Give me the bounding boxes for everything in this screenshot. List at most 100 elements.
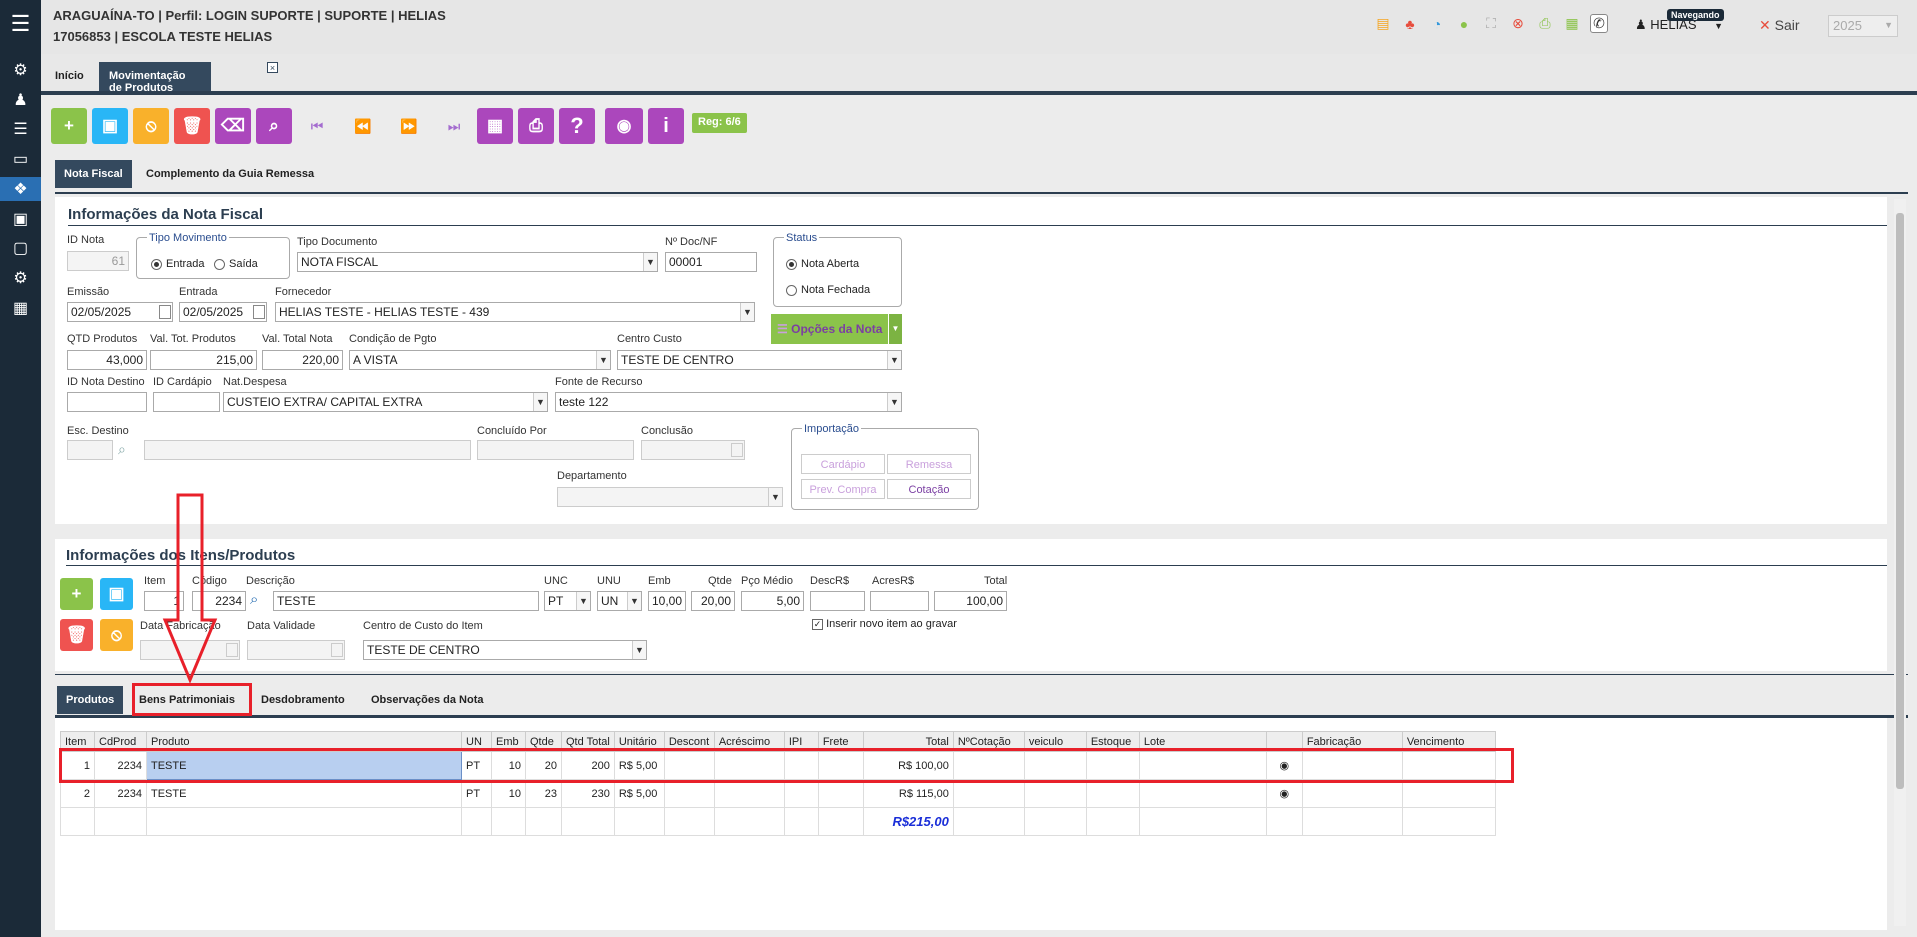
prev-compra-button[interactable]: Prev. Compra	[801, 479, 885, 499]
tab-observacoes[interactable]: Observações da Nota	[362, 686, 493, 714]
table-view-button[interactable]: ▦	[477, 108, 513, 144]
sitemap-icon[interactable]: ♣	[1401, 16, 1419, 32]
search-icon[interactable]: ⌕	[118, 441, 126, 458]
descricao-field[interactable]: TESTE	[273, 591, 539, 611]
tab-nota-fiscal[interactable]: Nota Fiscal	[55, 160, 132, 188]
grid-icon[interactable]: ▦	[1563, 15, 1581, 32]
qtd-produtos-field[interactable]: 43,000	[67, 350, 147, 370]
delete-button[interactable]: 🗑	[174, 108, 210, 144]
logout-button[interactable]: ✕ Sair	[1759, 17, 1800, 34]
search-button[interactable]: ⌕	[256, 108, 292, 144]
whatsapp-icon[interactable]: ✆	[1590, 14, 1608, 33]
cancel-button[interactable]: ⦸	[133, 108, 169, 144]
item-field[interactable]: 1	[144, 591, 184, 611]
column-header[interactable]: CdProd	[94, 731, 147, 752]
column-header[interactable]: veiculo	[1023, 731, 1087, 752]
eye-icon[interactable]: ◉	[1265, 779, 1303, 808]
cancel-item-button[interactable]: ⦸	[100, 619, 133, 651]
emissao-field[interactable]: 02/05/2025	[67, 302, 173, 322]
qtde-field[interactable]: 20,00	[691, 591, 735, 611]
tipo-doc-select[interactable]: NOTA FISCAL ▼	[297, 252, 658, 272]
ndoc-field[interactable]: 00001	[665, 252, 757, 272]
print-button[interactable]: ⎙	[518, 108, 554, 144]
last-record-icon[interactable]: ⏭	[437, 108, 471, 144]
column-header[interactable]: Lote	[1138, 731, 1267, 752]
list-icon[interactable]: ☰	[0, 117, 41, 141]
eraser-button[interactable]: ⌫	[215, 108, 251, 144]
add-button[interactable]: +	[51, 108, 87, 144]
esc-destino-name-field[interactable]	[144, 440, 471, 460]
first-record-icon[interactable]: ⏮	[300, 108, 334, 144]
column-header[interactable]: Emb	[491, 731, 526, 752]
cotacao-button[interactable]: Cotação	[887, 479, 971, 499]
next-record-icon[interactable]: ⏩	[392, 108, 426, 144]
desc-rs-field[interactable]	[810, 591, 865, 611]
column-header[interactable]: Qtde	[525, 731, 562, 752]
monitor-icon[interactable]: ▢	[0, 236, 41, 260]
condicao-pgto-select[interactable]: A VISTA ▼	[349, 350, 611, 370]
column-header[interactable]: Acréscimo	[713, 731, 785, 752]
opcoes-nota-button[interactable]: ☰ Opções da Nota	[771, 314, 888, 344]
centro-custo-select[interactable]: TESTE DE CENTRO ▼	[617, 350, 902, 370]
info-button[interactable]: i	[648, 108, 684, 144]
printer-icon[interactable]: ⎙	[1536, 15, 1554, 32]
view-button[interactable]: ◉	[605, 108, 643, 144]
column-header[interactable]: Estoque	[1085, 731, 1140, 752]
bus-icon[interactable]: ▣	[0, 207, 41, 231]
year-select[interactable]: 2025 ▼	[1828, 15, 1898, 37]
calendar-icon[interactable]	[159, 305, 171, 319]
dropbox-icon[interactable]: ❖	[0, 177, 41, 201]
val-total-nota-field[interactable]: 220,00	[262, 350, 343, 370]
column-header[interactable]: UN	[461, 731, 492, 752]
tab-movimentacao[interactable]: Movimentação de Produtos	[99, 62, 212, 94]
column-header[interactable]: Total	[862, 731, 954, 752]
radio-nota-fechada[interactable]: Nota Fechada	[786, 284, 870, 296]
fonte-recurso-select[interactable]: teste 122 ▼	[555, 392, 902, 412]
entrada-field[interactable]: 02/05/2025	[179, 302, 267, 322]
inserir-novo-item-checkbox[interactable]: ✓ Inserir novo item ao gravar	[812, 618, 957, 630]
tab-complemento[interactable]: Complemento da Guia Remessa	[137, 160, 323, 188]
column-header[interactable]: Frete	[817, 731, 864, 752]
esc-destino-code-field[interactable]	[67, 440, 113, 460]
calendar-icon[interactable]	[331, 643, 343, 657]
card-icon[interactable]: ▭	[0, 147, 41, 171]
chat-icon[interactable]: ●	[1455, 16, 1473, 32]
search-icon[interactable]: ⌕	[250, 591, 258, 608]
preco-medio-field[interactable]: 5,00	[741, 591, 804, 611]
data-validade-field[interactable]	[247, 640, 345, 660]
menu-icon[interactable]: ☰	[0, 11, 41, 36]
tab-desdobramento[interactable]: Desdobramento	[252, 686, 354, 714]
person-icon[interactable]: ♟	[0, 88, 41, 112]
delete-item-button[interactable]: 🗑	[60, 619, 93, 651]
radio-entrada[interactable]: Entrada	[151, 258, 205, 270]
tab-produtos[interactable]: Produtos	[57, 686, 124, 714]
column-header[interactable]: Fabricação	[1301, 731, 1403, 752]
expand-icon[interactable]: ⛶	[1482, 15, 1500, 32]
help-button[interactable]: ?	[559, 108, 595, 144]
concluido-por-field[interactable]	[477, 440, 634, 460]
departamento-select[interactable]: ▼	[557, 487, 783, 507]
save-button[interactable]: ▣	[92, 108, 128, 144]
table-row[interactable]: 1 2234 TESTE PT 10 20 200 R$ 5,00 R$ 100,00 ◉	[60, 751, 1496, 780]
page-scrollbar[interactable]	[1894, 199, 1906, 926]
id-card-icon[interactable]: ▤	[1374, 15, 1392, 32]
column-header[interactable]	[1265, 731, 1303, 752]
column-header[interactable]: Vencimento	[1401, 731, 1496, 752]
acres-rs-field[interactable]	[870, 591, 929, 611]
radio-saida[interactable]: Saída	[214, 258, 258, 270]
fornecedor-select[interactable]: HELIAS TESTE - HELIAS TESTE - 439 ▼	[275, 302, 755, 322]
nat-despesa-select[interactable]: CUSTEIO EXTRA/ CAPITAL EXTRA ▼	[223, 392, 548, 412]
eye-icon[interactable]: ◉	[1265, 751, 1303, 780]
id-nota-destino-field[interactable]	[67, 392, 147, 412]
codigo-field[interactable]: 2234	[192, 591, 246, 611]
close-circle-icon[interactable]: ⊗	[1509, 15, 1527, 32]
conclusao-field[interactable]	[641, 440, 745, 460]
id-cardapio-field[interactable]	[153, 392, 220, 412]
cc-item-select[interactable]: TESTE DE CENTRO ▼	[363, 640, 647, 660]
calendar-icon[interactable]	[731, 443, 743, 457]
cardapio-button[interactable]: Cardápio	[801, 454, 885, 474]
column-header[interactable]: NºCotação	[952, 731, 1025, 752]
column-header[interactable]: Qtd Total	[561, 731, 615, 752]
table-row[interactable]: 2 2234 TESTE PT 10 23 230 R$ 5,00 R$ 115,00 ◉	[60, 779, 1496, 808]
unu-select[interactable]: UN ▼	[597, 591, 642, 611]
